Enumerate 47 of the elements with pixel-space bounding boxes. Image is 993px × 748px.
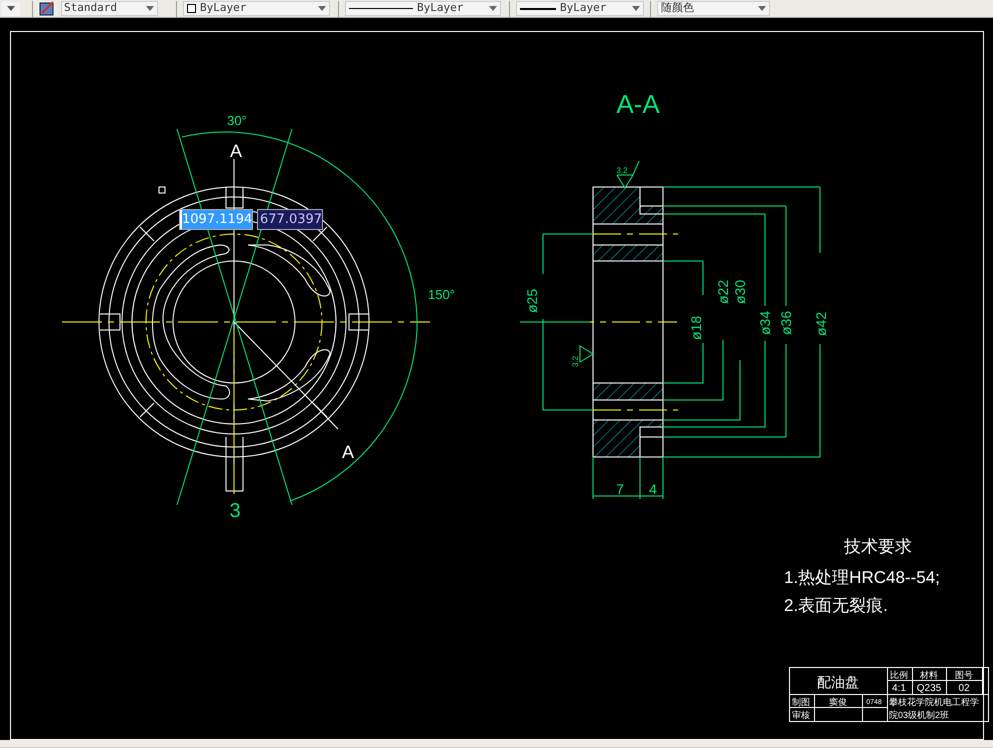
table-label: 制图	[792, 697, 810, 707]
school-name: 院03级机制2班	[889, 710, 950, 720]
requirement-item: 2.表面无裂痕.	[784, 596, 888, 615]
angle-dimension: 150°	[428, 287, 455, 302]
dropdown-arrow-icon[interactable]	[489, 6, 497, 11]
table-label: 比例	[890, 670, 908, 680]
text-style-dropdown[interactable]: Standard	[61, 1, 158, 16]
diameter-dimension: ø30	[732, 280, 748, 304]
layer-dropdown[interactable]: ByLayer	[183, 1, 330, 16]
dropdown-arrow-icon[interactable]	[146, 6, 154, 11]
table-cell: 4:1	[892, 683, 906, 694]
table-cell: 02	[958, 683, 970, 694]
dropdown-arrow-icon[interactable]	[632, 6, 640, 11]
table-label: 审核	[792, 710, 810, 720]
thick-line-sample	[520, 8, 556, 10]
lineweight-dropdown[interactable]: ByLayer	[516, 1, 644, 16]
text-style-icon[interactable]	[39, 1, 55, 16]
table-cell: Q235	[916, 683, 942, 694]
requirements-title: 技术要求	[844, 537, 912, 556]
diameter-dimension: ø36	[778, 310, 794, 335]
section-mark: A	[230, 141, 242, 161]
roughness-value: 3.2	[616, 166, 628, 175]
section-title: A-A	[616, 89, 660, 119]
dropdown-arrow-icon[interactable]	[318, 6, 326, 11]
requirement-item: 1.热处理HRC48--54;	[784, 568, 940, 587]
width-dimension: 3	[229, 500, 241, 522]
table-label: 材料	[920, 670, 938, 680]
y-coordinate-input[interactable]: 677.0397	[257, 209, 323, 230]
thin-line-sample	[349, 8, 413, 9]
roughness-value: 3.2	[571, 356, 580, 367]
color-dropdown[interactable]: 随颜色	[657, 1, 770, 16]
table-cell: 窦俊	[829, 697, 847, 707]
angle-dimension: 30°	[227, 113, 247, 128]
diameter-dimension: ø22	[715, 280, 731, 304]
section-mark: A	[342, 442, 354, 462]
diameter-dimension: ø42	[813, 312, 829, 336]
dropdown-arrow-icon[interactable]	[758, 6, 766, 11]
width-dimension: 4	[649, 481, 657, 497]
part-name: 配油盘	[817, 674, 859, 690]
linetype-dropdown[interactable]: ByLayer	[345, 1, 501, 16]
table-label: 图号	[955, 670, 973, 680]
diameter-dimension: ø34	[757, 310, 773, 335]
diameter-dimension: ø25	[524, 288, 540, 313]
school-name: 攀枝花学院机电工程学	[889, 697, 979, 707]
width-dimension: 7	[616, 481, 624, 497]
layer-color-swatch	[187, 4, 196, 13]
diameter-dimension: ø18	[688, 316, 704, 340]
